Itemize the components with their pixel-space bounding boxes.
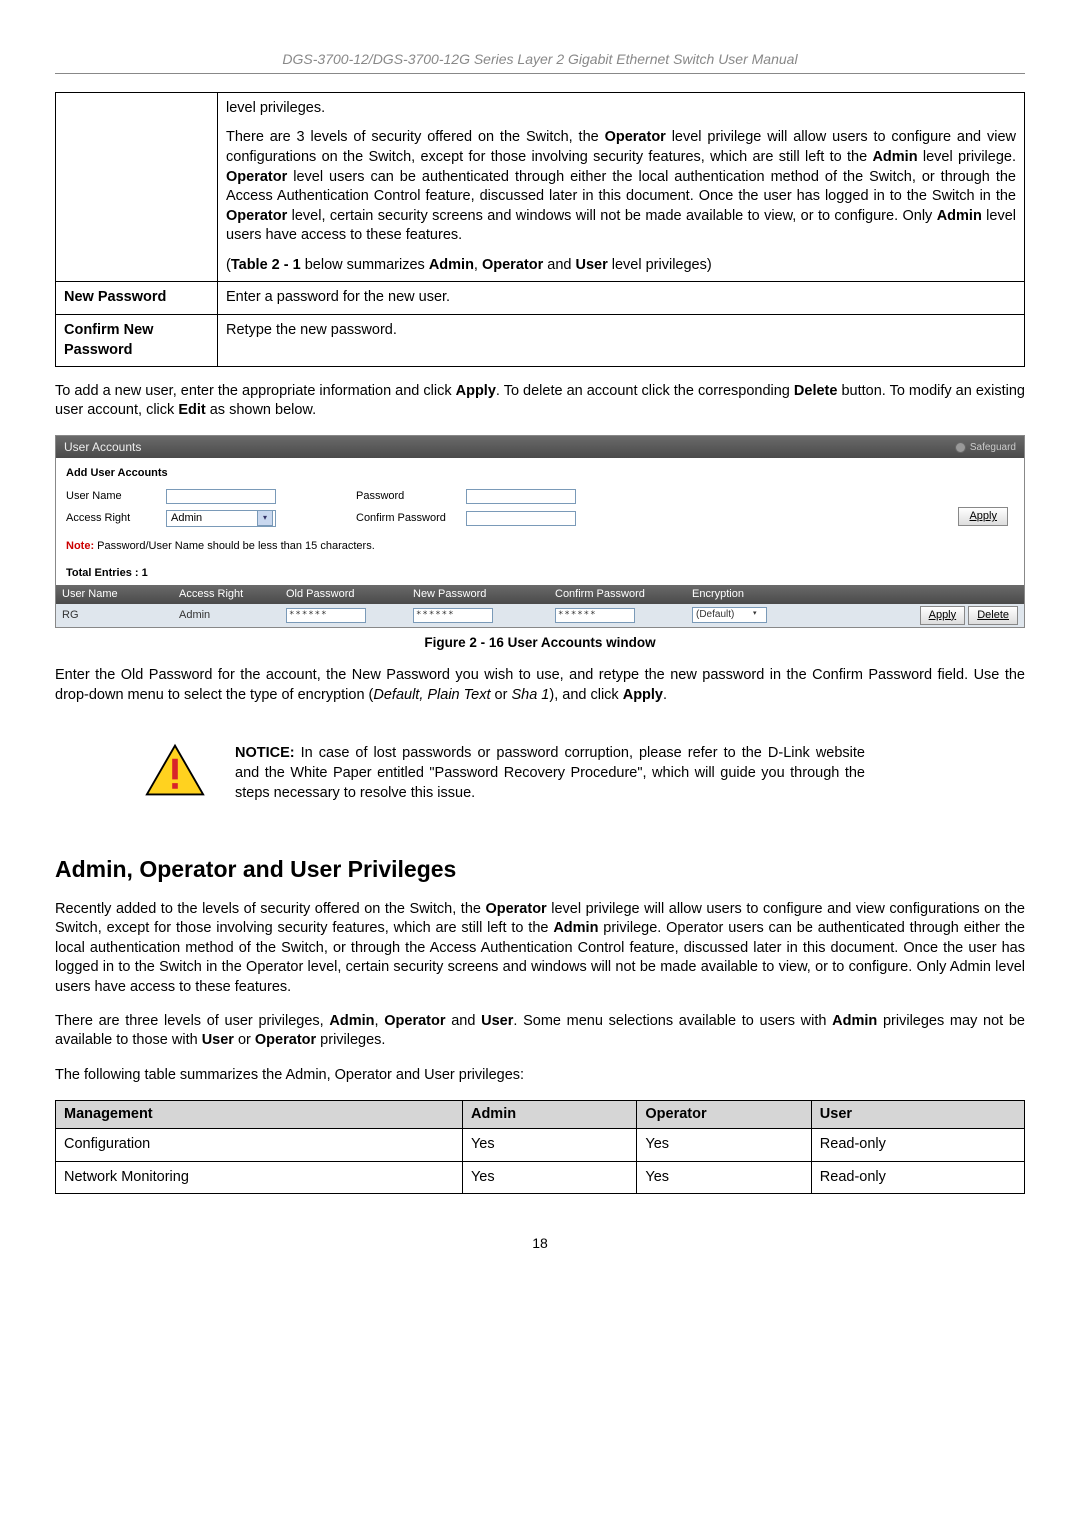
col-old-password: Old Password [280, 585, 407, 604]
row-username: RG [56, 606, 173, 625]
username-label: User Name [66, 489, 166, 504]
old-password-input[interactable]: ****** [286, 608, 366, 623]
new-password-desc: Enter a password for the new user. [218, 282, 1025, 315]
user-accounts-screenshot: User Accounts Safeguard Add User Account… [55, 435, 1025, 627]
confirm-password-input2[interactable]: ****** [555, 608, 635, 623]
th-operator: Operator [637, 1100, 811, 1129]
access-right-select[interactable]: Admin ▾ [166, 510, 276, 527]
confirm-password-input[interactable] [466, 511, 576, 526]
total-entries: Total Entries : 1 [66, 566, 1014, 581]
parameter-table: level privileges. There are 3 levels of … [55, 92, 1025, 367]
new-password-input[interactable]: ****** [413, 608, 493, 623]
password-label: Password [356, 489, 466, 504]
section-heading: Admin, Operator and User Privileges [55, 854, 1025, 885]
password-input[interactable] [466, 489, 576, 504]
access-right-label: Access Right [66, 511, 166, 526]
privileges-p2: There are three levels of user privilege… [55, 1012, 1025, 1051]
panel-title: User Accounts [64, 439, 141, 455]
access-right-description-cell: level privileges. There are 3 levels of … [218, 92, 1025, 282]
username-input[interactable] [166, 489, 276, 504]
privileges-table: Management Admin Operator User Configura… [55, 1100, 1025, 1195]
safeguard-icon [955, 442, 966, 453]
operator-description: There are 3 levels of security offered o… [226, 128, 1016, 245]
col-new-password: New Password [407, 585, 549, 604]
table-row: Network Monitoring Yes Yes Read-only [56, 1161, 1025, 1194]
warning-icon [145, 743, 205, 804]
add-user-section-title: Add User Accounts [66, 466, 1014, 481]
row-apply-button[interactable]: Apply [920, 606, 966, 625]
chevron-down-icon: ▾ [257, 510, 273, 526]
th-admin: Admin [462, 1100, 636, 1129]
figure-caption: Figure 2 - 16 User Accounts window [55, 634, 1025, 652]
safeguard-badge: Safeguard [955, 441, 1016, 455]
row-delete-button[interactable]: Delete [968, 606, 1018, 625]
encryption-select[interactable]: (Default) ▾ [692, 607, 767, 623]
col-confirm-password: Confirm Password [549, 585, 686, 604]
apply-button[interactable]: Apply [958, 507, 1008, 526]
page-header: DGS-3700-12/DGS-3700-12G Series Layer 2 … [55, 50, 1025, 74]
notice-block: NOTICE: In case of lost passwords or pas… [145, 743, 1025, 804]
table-row: Configuration Yes Yes Read-only [56, 1129, 1025, 1162]
confirm-password-desc: Retype the new password. [218, 314, 1025, 366]
entries-header: User Name Access Right Old Password New … [56, 585, 1024, 604]
table-ref-line: (Table 2 - 1 below summarizes Admin, Ope… [226, 256, 1016, 276]
th-management: Management [56, 1100, 463, 1129]
new-password-label: New Password [56, 282, 218, 315]
confirm-password-label2: Confirm Password [356, 511, 466, 526]
confirm-password-label: Confirm New Password [56, 314, 218, 366]
note-line: Note: Password/User Name should be less … [66, 539, 1014, 554]
notice-text: NOTICE: In case of lost passwords or pas… [235, 744, 865, 803]
add-user-instructions: To add a new user, enter the appropriate… [55, 382, 1025, 421]
panel-titlebar: User Accounts Safeguard [56, 436, 1024, 458]
th-user: User [811, 1100, 1024, 1129]
col-username: User Name [56, 585, 173, 604]
empty-label-cell [56, 92, 218, 282]
col-access-right: Access Right [173, 585, 280, 604]
privileges-p1: Recently added to the levels of security… [55, 900, 1025, 998]
level-privileges-line: level privileges. [226, 99, 1016, 119]
col-encryption: Encryption [686, 585, 793, 604]
page-number: 18 [55, 1234, 1025, 1253]
chevron-down-icon: ▾ [753, 609, 765, 621]
entry-row: RG Admin ****** ****** ****** (Default) … [56, 604, 1024, 627]
privileges-p3: The following table summarizes the Admin… [55, 1066, 1025, 1086]
row-access-right: Admin [173, 606, 280, 625]
edit-instructions: Enter the Old Password for the account, … [55, 666, 1025, 705]
